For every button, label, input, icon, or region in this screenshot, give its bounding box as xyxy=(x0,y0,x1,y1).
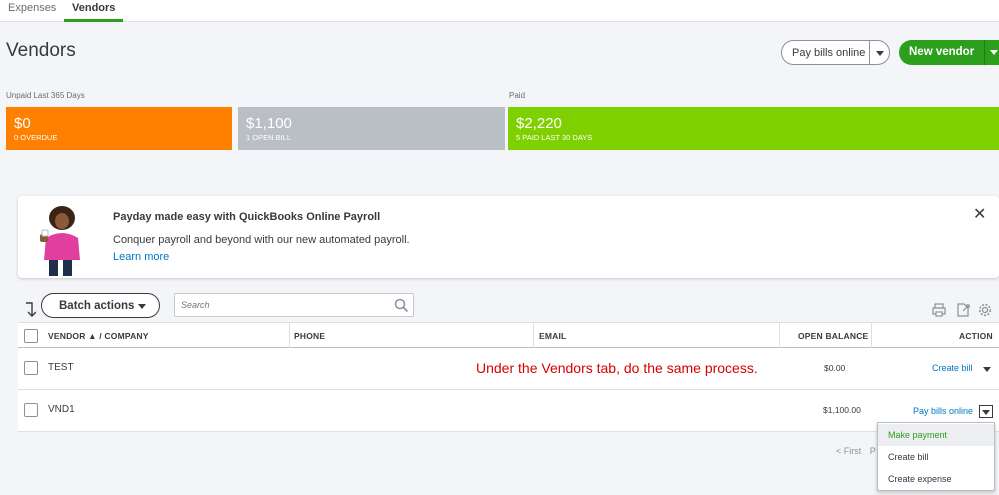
tab-expenses[interactable]: Expenses xyxy=(0,0,64,22)
table-row[interactable]: VND1 $1,100.00 Pay bills online xyxy=(18,390,999,432)
search-input[interactable] xyxy=(181,295,381,315)
pay-bills-online-button[interactable]: Pay bills online xyxy=(781,40,890,65)
chevron-down-icon xyxy=(138,304,146,309)
pay-bills-dropdown-toggle[interactable] xyxy=(869,41,889,64)
tab-vendors[interactable]: Vendors xyxy=(64,0,124,22)
export-icon[interactable] xyxy=(956,303,970,317)
open-balance-value: $1,100.00 xyxy=(823,405,861,415)
print-icon[interactable] xyxy=(932,303,946,317)
open-bill-segment[interactable]: $1,100 1 OPEN BILL xyxy=(238,107,505,150)
open-bill-amount: $1,100 xyxy=(246,115,292,132)
batch-actions-button[interactable]: Batch actions xyxy=(41,293,160,318)
vendor-name[interactable]: VND1 xyxy=(48,404,75,415)
banner-description: Conquer payroll and beyond with our new … xyxy=(113,234,410,246)
pay-bills-online-link[interactable]: Pay bills online xyxy=(913,406,973,416)
first-page-link[interactable]: < First xyxy=(836,446,861,456)
open-bill-caption: 1 OPEN BILL xyxy=(246,133,292,142)
row-action-menu: Make payment Create bill Create expense xyxy=(877,422,995,491)
row-checkbox[interactable] xyxy=(24,403,38,417)
email-column-header[interactable]: EMAIL xyxy=(539,331,566,341)
payroll-promo-banner: Payday made easy with QuickBooks Online … xyxy=(18,196,999,278)
chevron-down-icon xyxy=(990,50,998,55)
banner-title: Payday made easy with QuickBooks Online … xyxy=(113,211,381,223)
overdue-segment[interactable]: $0 0 OVERDUE xyxy=(6,107,232,150)
overdue-caption: 0 OVERDUE xyxy=(14,133,58,142)
paid-label: Paid xyxy=(509,91,526,100)
chevron-down-icon xyxy=(876,51,884,56)
learn-more-link[interactable]: Learn more xyxy=(113,251,169,263)
column-divider xyxy=(871,323,872,348)
top-tab-bar xyxy=(0,0,999,22)
gear-icon[interactable] xyxy=(978,303,992,317)
column-divider xyxy=(779,323,780,348)
select-all-checkbox[interactable] xyxy=(24,329,38,343)
pagination: < First P xyxy=(836,446,876,456)
paid-amount: $2,220 xyxy=(516,115,562,132)
vendor-name[interactable]: TEST xyxy=(48,362,74,373)
table-header-row: VENDOR ▲ / COMPANY PHONE EMAIL OPEN BALA… xyxy=(18,322,999,348)
batch-actions-label: Batch actions xyxy=(59,300,135,312)
overdue-amount: $0 xyxy=(14,115,31,132)
paid-caption: 5 PAID LAST 30 DAYS xyxy=(516,133,593,142)
chevron-down-icon[interactable] xyxy=(983,367,991,372)
column-divider xyxy=(289,323,290,348)
action-column-header: ACTION xyxy=(959,331,993,341)
new-vendor-button[interactable]: New vendor xyxy=(899,40,984,65)
column-divider xyxy=(533,323,534,348)
chevron-down-icon xyxy=(982,410,990,415)
pay-bills-online-label: Pay bills online xyxy=(792,47,866,59)
previous-page-link[interactable]: P xyxy=(870,446,876,456)
page-title: Vendors xyxy=(6,40,76,61)
search-field[interactable] xyxy=(174,293,414,317)
vendor-column-header[interactable]: VENDOR ▲ / COMPANY xyxy=(48,331,149,341)
row-action-dropdown-toggle[interactable] xyxy=(979,405,993,418)
row-checkbox[interactable] xyxy=(24,361,38,375)
new-vendor-dropdown-toggle[interactable] xyxy=(984,40,999,65)
instruction-annotation: Under the Vendors tab, do the same proce… xyxy=(474,360,760,376)
payroll-illustration xyxy=(40,206,80,276)
create-expense-menu-item[interactable]: Create expense xyxy=(878,468,994,490)
create-bill-link[interactable]: Create bill xyxy=(932,363,973,373)
phone-column-header[interactable]: PHONE xyxy=(294,331,325,341)
paid-segment[interactable]: $2,220 5 PAID LAST 30 DAYS xyxy=(508,107,999,150)
open-balance-value: $0.00 xyxy=(824,363,846,373)
collapse-arrow-icon[interactable] xyxy=(24,302,36,318)
make-payment-menu-item[interactable]: Make payment xyxy=(878,424,994,446)
open-balance-column-header[interactable]: OPEN BALANCE xyxy=(798,331,868,341)
create-bill-menu-item[interactable]: Create bill xyxy=(878,446,994,468)
unpaid-label: Unpaid Last 365 Days xyxy=(6,91,85,100)
close-icon[interactable]: ✕ xyxy=(973,204,986,224)
new-vendor-label: New vendor xyxy=(909,46,975,58)
search-icon[interactable] xyxy=(394,298,409,313)
